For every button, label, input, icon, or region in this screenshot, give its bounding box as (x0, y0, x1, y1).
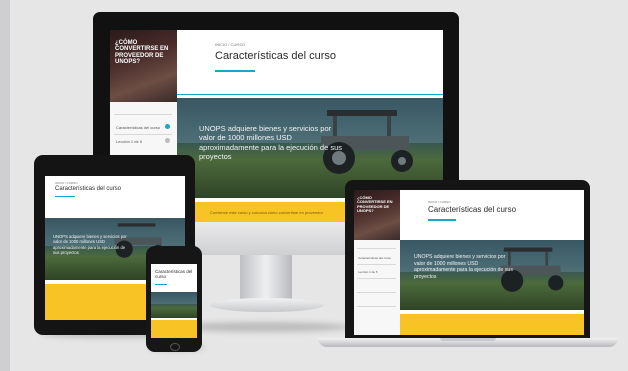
sidebar-menu-item[interactable]: Lección 1 de 5 (116, 139, 142, 144)
sidebar-title: ¿CÓMO CONVERTIRSE EN PROVEEDOR DE UNOPS? (357, 195, 393, 213)
hero-image (151, 292, 197, 318)
monitor-base (210, 298, 324, 312)
laptop-sidebar: ¿CÓMO CONVERTIRSE EN PROVEEDOR DE UNOPS?… (354, 190, 400, 335)
sidebar-divider (356, 248, 397, 249)
hero-image: UNOPS adquiere bienes y servicios por va… (400, 240, 584, 310)
monitor-shadow (178, 322, 350, 332)
hero-text: UNOPS adquiere bienes y servicios por va… (199, 124, 343, 162)
sidebar-menu-item[interactable]: Características del curso (358, 256, 391, 260)
page-kicker: INICIO / CURSO (215, 42, 246, 47)
page-kicker: INICIO / CURSO (428, 200, 451, 204)
sidebar-menu-item[interactable]: Lección 1 de 5 (358, 270, 378, 274)
hero-sky (151, 292, 197, 304)
sidebar-divider (114, 114, 172, 115)
title-underline (215, 70, 255, 72)
page-title: Características del curso (155, 269, 193, 279)
phone-screen: Características del curso (151, 264, 197, 338)
yellow-banner (400, 314, 584, 335)
sidebar-divider (356, 264, 397, 265)
sidebar-title: ¿CÓMO CONVERTIRSE EN PROVEEDOR DE UNOPS? (115, 40, 169, 66)
page-title: Características del curso (428, 205, 517, 214)
sidebar-menu-item[interactable]: Características del curso (116, 125, 160, 130)
hero-text: UNOPS adquiere bienes y servicios por va… (53, 234, 127, 255)
sidebar-divider (356, 306, 397, 307)
progress-dot-icon (165, 124, 170, 129)
page-title: Características del curso (55, 186, 122, 192)
mockup-stage: ¿CÓMO CONVERTIRSE EN PROVEEDOR DE UNOPS?… (0, 0, 628, 371)
title-underline (55, 196, 75, 197)
section-divider (177, 94, 443, 95)
page-title: Características del curso (215, 50, 337, 62)
title-underline (155, 284, 167, 285)
laptop-notch (440, 338, 496, 341)
banner-text: Comience este curso y conozca cómo conve… (210, 210, 323, 215)
title-underline (428, 219, 456, 221)
laptop-screen: ¿CÓMO CONVERTIRSE EN PROVEEDOR DE UNOPS?… (354, 190, 584, 335)
yellow-banner (151, 320, 197, 338)
sidebar-divider (114, 134, 172, 135)
page-kicker: INICIO / CURSO (55, 181, 78, 185)
progress-dot-icon (165, 138, 170, 143)
left-edge-strip (0, 0, 10, 371)
sidebar-divider (356, 292, 397, 293)
hero-text: UNOPS adquiere bienes y servicios por va… (414, 254, 513, 280)
monitor-neck (240, 248, 292, 300)
sidebar-divider (356, 278, 397, 279)
home-button[interactable] (170, 343, 180, 351)
